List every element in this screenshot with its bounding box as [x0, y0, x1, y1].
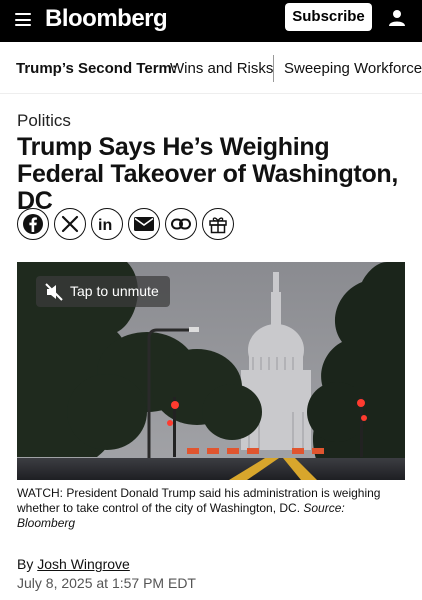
byline-prefix: By [17, 556, 38, 572]
topic-divider [273, 55, 274, 82]
unmute-label: Tap to unmute [70, 283, 159, 299]
link-icon[interactable] [165, 208, 197, 240]
facebook-icon[interactable] [17, 208, 49, 240]
email-icon[interactable] [128, 208, 160, 240]
unmute-button[interactable]: Tap to unmute [36, 276, 170, 307]
x-icon[interactable] [54, 208, 86, 240]
top-bar: Bloomberg Subscribe [0, 0, 422, 42]
section-label[interactable]: Politics [17, 111, 71, 131]
video-caption: WATCH: President Donald Trump said his a… [17, 486, 405, 531]
article-headline: Trump Says He’s Weighing Federal Takeove… [17, 133, 399, 215]
hamburger-menu-icon[interactable] [15, 13, 31, 26]
linkedin-icon[interactable]: in [91, 208, 123, 240]
subscribe-button[interactable]: Subscribe [285, 3, 372, 31]
topic-strip: Trump’s Second Term: Wins and Risks Swee… [0, 42, 422, 94]
brand-logo[interactable]: Bloomberg [45, 5, 168, 33]
user-icon[interactable] [388, 9, 406, 27]
topic-link-wins-risks[interactable]: Wins and Risks [170, 60, 273, 77]
byline: By Josh Wingrove [17, 556, 130, 572]
publish-date: July 8, 2025 at 1:57 PM EDT [17, 575, 196, 591]
gift-icon[interactable] [202, 208, 234, 240]
topic-label: Trump’s Second Term: [16, 60, 177, 77]
topic-link-workforce[interactable]: Sweeping Workforce C [284, 60, 422, 77]
author-link[interactable]: Josh Wingrove [37, 556, 130, 572]
svg-text:in: in [98, 217, 112, 232]
muted-speaker-icon [44, 282, 64, 307]
